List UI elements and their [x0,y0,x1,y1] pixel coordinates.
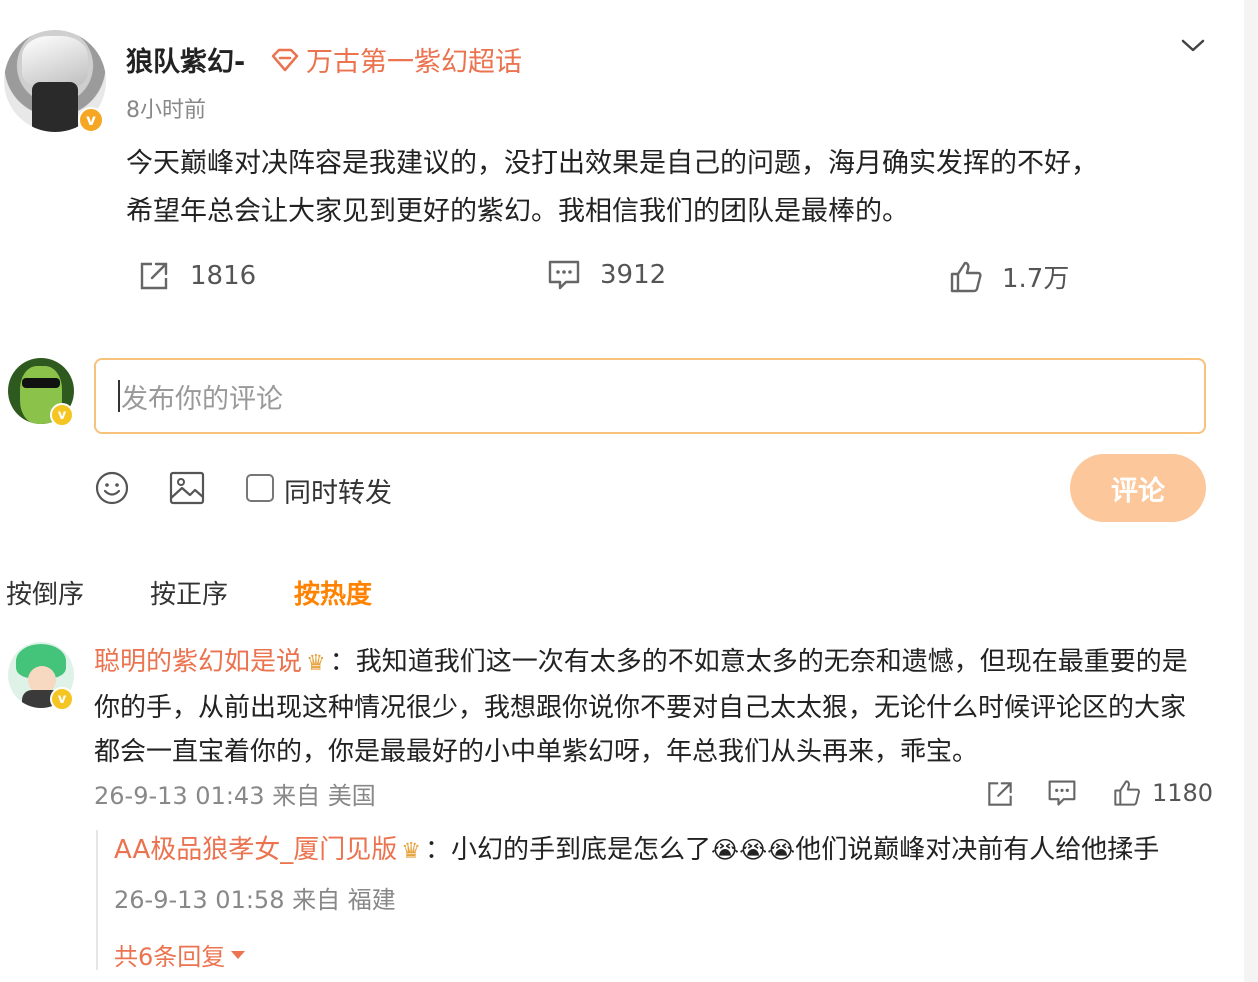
crying-emoji-icon: 😭 [739,836,768,864]
commenter-username[interactable]: 聪明的紫幻如是说 [94,647,302,677]
scrollbar-track[interactable] [1244,0,1258,982]
thumbs-up-icon [950,261,982,292]
repost-checkbox-label[interactable]: 同时转发 [284,471,392,510]
comment-input-placeholder: 发布你的评论 [121,383,283,415]
comment-button[interactable]: 3912 [546,258,666,292]
comment-like-count: 1180 [1152,779,1214,807]
post-timestamp: 8小时前 [126,98,206,123]
post-content: 今天巅峰对决阵容是我建议的，没打出效果是自己的问题，海月确实发挥的不好， 希望年… [126,140,1216,236]
repost-count: 1816 [190,261,257,291]
reply-text: 他们说巅峰对决前有人给他揉手 [795,835,1160,865]
comment-icon [548,260,580,290]
chevron-down-icon[interactable] [1178,36,1208,56]
image-icon[interactable] [168,470,206,506]
comment-count: 3912 [600,260,667,290]
like-count: 1.7万 [1002,264,1070,294]
crown-badge-icon: ♛ [306,651,326,676]
submit-comment-button[interactable]: 评论 [1070,454,1206,522]
comment-item: 聪明的紫幻如是说 ♛ ：我知道我们这一次有太多的不如意太多的无奈和遗憾，但现在最重要… [94,640,1206,774]
emoji-icon[interactable] [94,470,130,506]
comment-repost-button[interactable] [984,778,1016,810]
reply-text: ：小幻的手到底是怎么了 [425,835,712,865]
tab-sort-reverse[interactable]: 按倒序 [6,574,84,611]
share-icon [988,782,1012,806]
text-caret [118,380,120,412]
more-replies-label: 共6条回复 [114,943,226,971]
comment-like-button[interactable]: 1180 [1112,778,1213,808]
supertopic-link[interactable]: 万古第一紫幻超话 [270,40,522,79]
verified-badge-icon: v [78,107,104,133]
reply-divider [96,830,98,970]
crying-emoji-icon: 😭 [767,836,796,864]
thumbs-up-icon [1114,780,1140,806]
more-replies-link[interactable]: 共6条回复 [114,937,246,972]
supertopic-label: 万古第一紫幻超话 [306,47,522,78]
tab-sort-hot[interactable]: 按热度 [294,574,372,611]
comment-input[interactable]: 发布你的评论 [94,358,1206,434]
like-button[interactable]: 1.7万 [948,258,1069,295]
reply-item: AA极品狼孝女_厦门见版 ♛ ：小幻的手到底是怎么了😭😭😭他们说巅峰对决前有人给他揉… [114,830,1214,872]
reply-meta: 26-9-13 01:58 来自 福建 [114,886,396,914]
comment-icon [1048,780,1076,806]
crown-badge-icon: ♛ [401,839,422,864]
verified-badge-icon: v [50,687,74,711]
diamond-icon [271,48,299,71]
replier-username[interactable]: AA极品狼孝女_厦门见版 [114,835,397,865]
post-text-line: 今天巅峰对决阵容是我建议的，没打出效果是自己的问题，海月确实发挥的不好， [126,148,1098,179]
repost-checkbox[interactable] [246,474,274,502]
share-icon [140,262,168,290]
post-text-line: 希望年总会让大家见到更好的紫幻。我相信我们的团队是最棒的。 [126,196,909,227]
comment-meta: 26-9-13 01:43 来自 美国 [94,782,376,810]
verified-badge-icon: v [50,403,74,427]
tab-sort-forward[interactable]: 按正序 [150,574,228,611]
comment-reply-button[interactable] [1046,778,1078,808]
caret-down-icon [231,950,246,959]
repost-button[interactable]: 1816 [136,258,256,294]
crying-emoji-icon: 😭 [711,836,740,864]
poster-username[interactable]: 狼队紫幻- [126,40,245,79]
